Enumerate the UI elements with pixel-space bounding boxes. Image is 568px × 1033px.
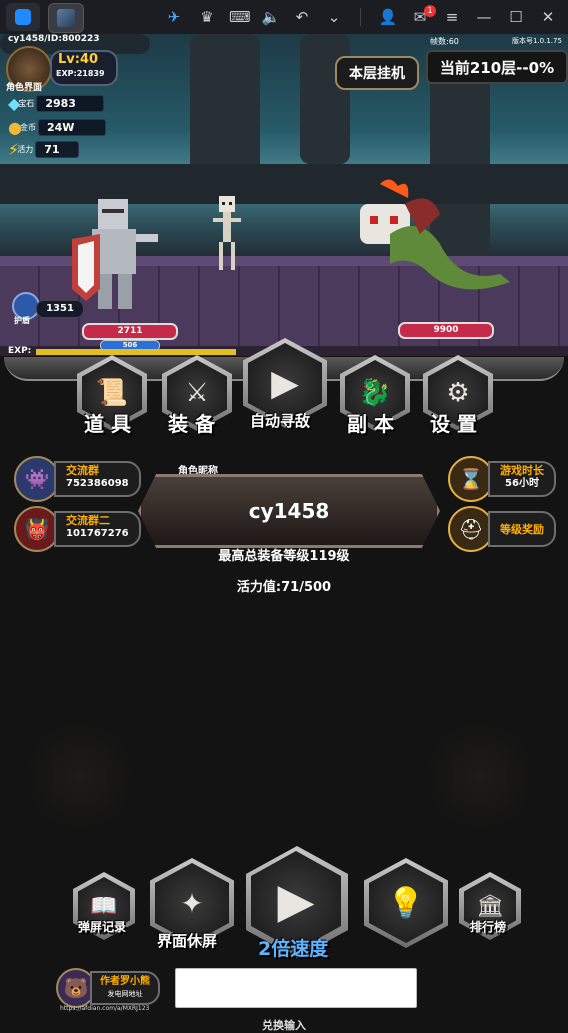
play-time-title: 游戏时长 bbox=[500, 464, 544, 477]
max-equip-level: 最高总装备等级119级 bbox=[218, 549, 350, 564]
character-label[interactable]: 角色界面 bbox=[6, 80, 42, 93]
exp-bar-fill bbox=[36, 349, 236, 355]
gold-label: 金币 bbox=[19, 123, 36, 132]
sleep-screen-label: 界面休屏 bbox=[157, 932, 218, 950]
battle-scene: cy1458/ID:800223 帧数:60 版本号1.0.1.75 Lv:40… bbox=[0, 34, 568, 356]
nickname-plate: cy1458 bbox=[138, 474, 440, 548]
items-label: 道 具 bbox=[84, 412, 131, 436]
game-icon bbox=[57, 9, 75, 27]
player-id: cy1458/ID:800223 bbox=[8, 34, 100, 44]
keyboard-icon[interactable]: ⌨ bbox=[229, 7, 251, 27]
account-icon[interactable]: 👤 bbox=[378, 7, 398, 27]
maximize-icon[interactable]: ☐ bbox=[506, 7, 526, 27]
shield-value: 1351 bbox=[36, 300, 84, 318]
play-time-card: 游戏时长 56小时 bbox=[488, 461, 556, 497]
level-reward-card: 等级奖励 bbox=[488, 511, 556, 547]
dungeon-label: 副 本 bbox=[347, 412, 394, 436]
energy-label: 活力 bbox=[17, 145, 34, 154]
group-chat-two-title: 交流群二 bbox=[66, 514, 110, 527]
player-hp-bar: 2711 bbox=[82, 323, 178, 340]
nickname-value: cy1458 bbox=[248, 499, 330, 523]
bulb-icon: 💡 bbox=[369, 863, 443, 943]
settings-label: 设 置 bbox=[430, 412, 477, 436]
player-knight bbox=[72, 199, 158, 309]
energy-row: ⚡ 活力 71 bbox=[8, 140, 80, 159]
enemy-hp-bar: 9900 bbox=[398, 322, 494, 339]
exp-bar-label: EXP: bbox=[8, 346, 32, 356]
speed-label: 2倍速度 bbox=[258, 938, 329, 960]
energy-text: 活力值:71/500 bbox=[236, 580, 332, 595]
chevron-down-icon[interactable]: ⌄ bbox=[324, 7, 344, 27]
skeleton-enemy bbox=[213, 196, 241, 270]
gems-label: 宝石 bbox=[18, 99, 35, 108]
redeem-code-input[interactable] bbox=[175, 968, 417, 1008]
cave-pillar bbox=[300, 34, 350, 164]
author-name: 作者罗小熊 bbox=[100, 976, 150, 987]
level-box: Lv:40 EXP:21839 bbox=[50, 50, 118, 86]
toolbar-divider bbox=[360, 8, 361, 26]
gems-row: ◆ 宝石 2983 bbox=[8, 94, 105, 113]
ranking-label: 排行榜 bbox=[470, 920, 507, 934]
play-time-value: 56小时 bbox=[505, 478, 539, 489]
equipment-label: 装 备 bbox=[168, 412, 215, 436]
minimize-icon[interactable]: — bbox=[474, 7, 494, 27]
group-chat-card: 交流群 752386098 bbox=[54, 461, 141, 497]
author-card: 作者罗小熊 发电网地址 bbox=[90, 971, 160, 1005]
notification-badge: 1 bbox=[424, 5, 436, 17]
author-url[interactable]: https://afdian.com/a/MXRJ123 bbox=[60, 1005, 149, 1012]
auto-battle-label: 自动寻敌 bbox=[250, 412, 311, 430]
group-chat-two-card: 交流群二 101767276 bbox=[54, 511, 141, 547]
floor-status: 当前210层--0% bbox=[426, 50, 568, 84]
close-icon[interactable]: ✕ bbox=[538, 7, 558, 27]
gold-row: ● 金币 24W bbox=[8, 118, 106, 137]
shield-label: 护盾 bbox=[14, 316, 30, 325]
log-label: 弹屏记录 bbox=[78, 920, 127, 934]
level-reward-title: 等级奖励 bbox=[500, 522, 544, 536]
group-chat-two-number: 101767276 bbox=[66, 528, 129, 539]
group-chat-title: 交流群 bbox=[66, 464, 99, 477]
app-logo-icon bbox=[15, 9, 31, 25]
play-time-button[interactable]: ⌛ 游戏时长 56小时 bbox=[448, 456, 556, 502]
menu-icon[interactable]: ≡ bbox=[442, 7, 462, 27]
fps-label: 帧数:60 bbox=[430, 37, 459, 46]
tool-icon[interactable]: ✈ bbox=[164, 7, 184, 27]
idle-floor-button[interactable]: 本层挂机 bbox=[335, 56, 419, 90]
volume-icon[interactable]: 🔈 bbox=[261, 7, 281, 27]
version-label: 版本号1.0.1.75 bbox=[512, 37, 562, 45]
gems-value: 2983 bbox=[36, 95, 105, 112]
boss-enemy bbox=[360, 179, 510, 290]
redeem-label[interactable]: 兑换输入 bbox=[0, 1017, 568, 1033]
group-chat-number: 752386098 bbox=[66, 478, 129, 489]
energy-value: 71 bbox=[35, 141, 80, 158]
author-sub: 发电网地址 bbox=[107, 990, 143, 998]
crown-icon[interactable]: ♛ bbox=[197, 7, 217, 27]
exp-label: EXP:21839 bbox=[56, 69, 105, 78]
game-tab[interactable] bbox=[48, 3, 84, 33]
level-label: Lv:40 bbox=[58, 52, 99, 67]
multi-instance-tab[interactable] bbox=[6, 3, 40, 31]
mail-icon[interactable]: ✉ 1 bbox=[410, 5, 436, 27]
back-icon[interactable]: ↶ bbox=[292, 7, 312, 27]
group-chat-button[interactable]: 👾 交流群 752386098 bbox=[14, 456, 141, 502]
author-button[interactable]: 🐻 作者罗小熊 发电网地址 bbox=[56, 968, 160, 1008]
gold-value: 24W bbox=[37, 119, 106, 136]
emulator-toolbar: ✈ ♛ ⌨ 🔈 ↶ ⌄ 👤 ✉ 1 ≡ — ☐ ✕ bbox=[0, 0, 568, 34]
